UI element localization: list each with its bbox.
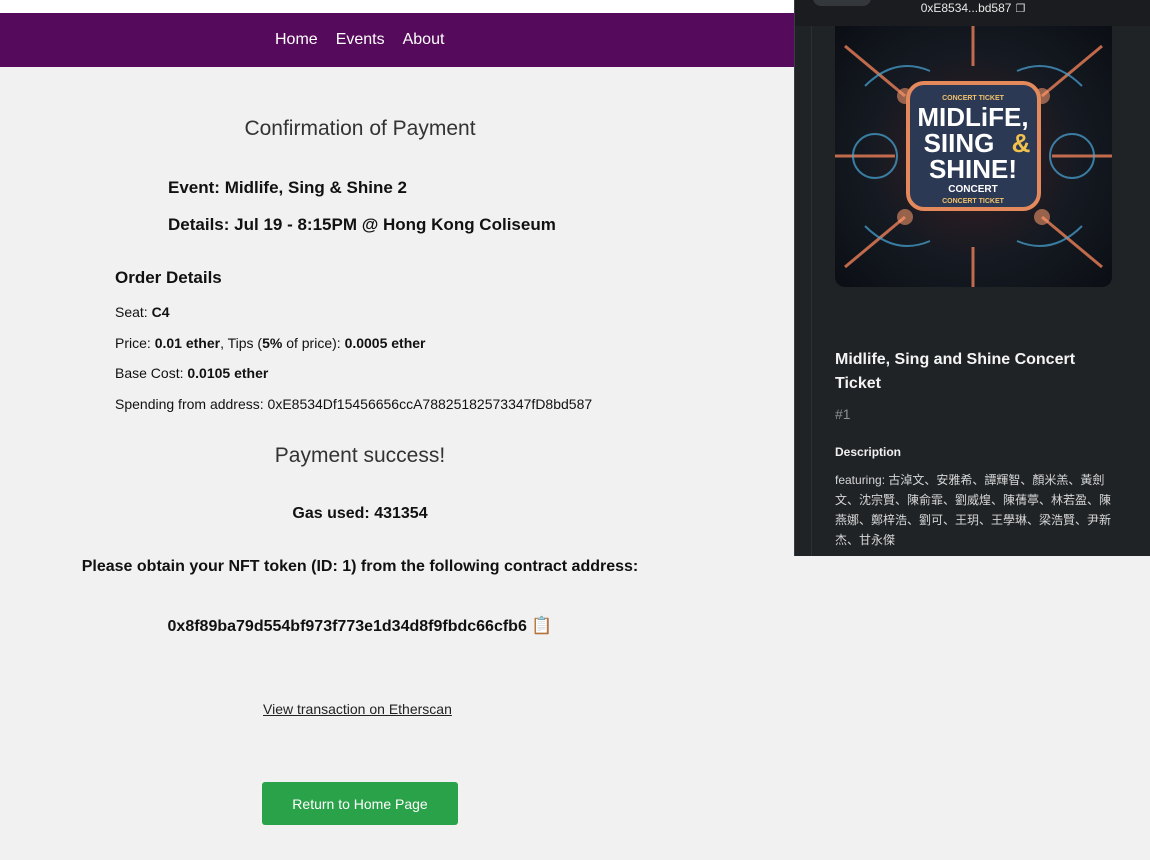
seat-label: Seat:	[115, 304, 152, 320]
seat-line: Seat: C4	[115, 304, 170, 320]
nav-links: Home Events About	[275, 13, 462, 67]
base-cost-label: Base Cost:	[115, 365, 188, 381]
confirmation-panel: Confirmation of Payment Event: Midlife, …	[0, 67, 795, 860]
order-details-heading: Order Details	[115, 268, 222, 287]
page-title: Confirmation of Payment	[244, 117, 476, 140]
nft-art-line4: CONCERT	[948, 184, 997, 195]
nft-art-bottom-text: CONCERT TICKET	[942, 198, 1005, 205]
description-heading: Description	[835, 445, 902, 459]
nav-home-link[interactable]: Home	[275, 31, 318, 49]
wallet-address: 0xE8534...bd587	[920, 1, 1012, 15]
gas-used: Gas used: 431354	[292, 505, 428, 522]
nav-events-link[interactable]: Events	[336, 31, 385, 49]
description-text: featuring: 古淖文、安雅希、譚輝智、顏米羔、黃劍文、沈宗賢、陳俞霏、劉…	[835, 473, 1112, 547]
wallet-divider	[811, 26, 812, 556]
nft-art-top-text: CONCERT TICKET	[942, 95, 1005, 102]
payment-success-message: Payment success!	[274, 444, 446, 467]
contract-address: 0x8f89ba79d554bf973f773e1d34d8f9fbdc66cf…	[167, 618, 527, 635]
clipboard-icon[interactable]: 📋	[531, 616, 552, 635]
tips-value: 0.0005 ether	[344, 335, 426, 351]
contract-address-line: 0x8f89ba79d554bf973f773e1d34d8f9fbdc66cf…	[0, 616, 720, 636]
spending-address-line: Spending from address: 0xE8534Df15456656…	[115, 396, 592, 412]
price-label: Price:	[115, 335, 155, 351]
event-line: Event: Midlife, Sing & Shine 2	[168, 178, 407, 198]
return-home-button[interactable]: Return to Home Page	[262, 782, 458, 825]
spending-label: Spending from address:	[115, 396, 268, 412]
tips-percent: 5%	[262, 335, 283, 351]
nft-art-line3: SHINE!	[929, 154, 1017, 184]
wallet-account: 0xE8534...bd587 ❐	[795, 0, 1150, 17]
tips-label: , Tips (	[220, 335, 263, 351]
event-details-line: Details: Jul 19 - 8:15PM @ Hong Kong Col…	[168, 215, 556, 235]
price-value: 0.01 ether	[154, 335, 221, 351]
details-value: Jul 19 - 8:15PM @ Hong Kong Coliseum	[234, 215, 556, 234]
nft-id: #1	[835, 406, 851, 422]
spending-address: 0xE8534Df15456656ccA78825182573347fD8bd5…	[267, 396, 593, 412]
event-name: Midlife, Sing & Shine 2	[224, 178, 407, 197]
copy-icon[interactable]: ❐	[1015, 3, 1025, 15]
base-cost-line: Base Cost: 0.0105 ether	[115, 365, 268, 381]
tips-mid: of price):	[282, 335, 345, 351]
details-label: Details:	[168, 215, 230, 234]
wallet-popup: 0xE8534...bd587 ❐ CONCERT TICKET MIDLiFE,…	[794, 0, 1150, 556]
nft-title: Midlife, Sing and Shine Concert Ticket	[835, 351, 1076, 392]
wallet-header: 0xE8534...bd587 ❐	[795, 0, 1150, 26]
seat-value: C4	[151, 304, 170, 320]
etherscan-link[interactable]: View transaction on Etherscan	[263, 701, 452, 717]
nft-image: CONCERT TICKET MIDLiFE, SIING & SHINE! C…	[835, 26, 1112, 287]
price-line: Price: 0.01 ether, Tips (5% of price): 0…	[115, 335, 426, 351]
nft-instructions: Please obtain your NFT token (ID: 1) fro…	[81, 558, 639, 575]
nft-art: CONCERT TICKET MIDLiFE, SIING & SHINE! C…	[835, 26, 1112, 287]
nav-about-link[interactable]: About	[403, 31, 445, 49]
event-label: Event:	[168, 178, 220, 197]
base-cost-value: 0.0105 ether	[187, 365, 269, 381]
